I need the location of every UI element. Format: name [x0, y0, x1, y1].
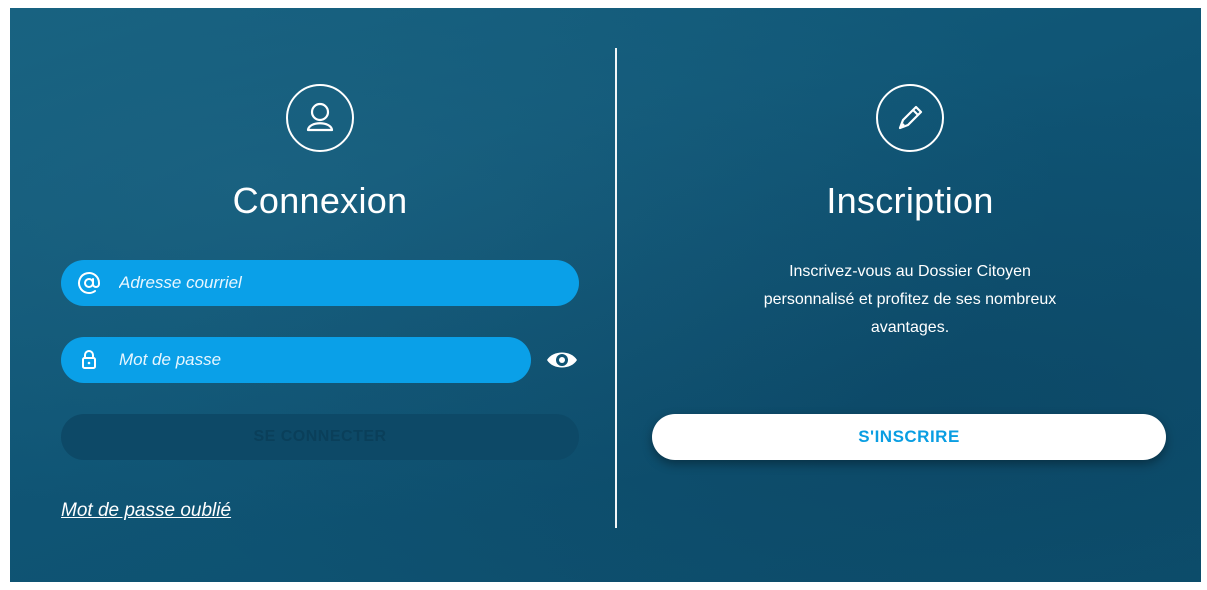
signup-description-line: avantages.	[870, 319, 950, 336]
login-panel: Connexion SE CONNECTER Mot de passe oub	[10, 8, 1201, 582]
signup-description: Inscrivez-vous au Dossier Citoyen person…	[726, 258, 1094, 342]
forgot-password-link[interactable]: Mot de passe oublié	[61, 500, 231, 522]
eye-icon[interactable]	[545, 348, 579, 377]
lock-icon	[77, 348, 101, 377]
email-input[interactable]	[119, 260, 561, 306]
at-sign-icon	[77, 271, 101, 300]
password-field[interactable]	[61, 337, 531, 383]
login-title: Connexion	[232, 180, 408, 221]
password-input[interactable]	[119, 337, 513, 383]
email-field[interactable]	[61, 260, 579, 306]
user-icon	[286, 84, 354, 152]
signup-button[interactable]: S'INSCRIRE	[652, 414, 1166, 460]
signup-title: Inscription	[826, 180, 994, 221]
signup-description-line: Inscrivez-vous au Dossier Citoyen	[789, 263, 1031, 280]
divider	[615, 48, 617, 528]
signup-description-line: personnalisé et profitez de ses nombreux	[763, 291, 1057, 308]
pencil-icon	[876, 84, 944, 152]
login-button[interactable]: SE CONNECTER	[61, 414, 579, 460]
